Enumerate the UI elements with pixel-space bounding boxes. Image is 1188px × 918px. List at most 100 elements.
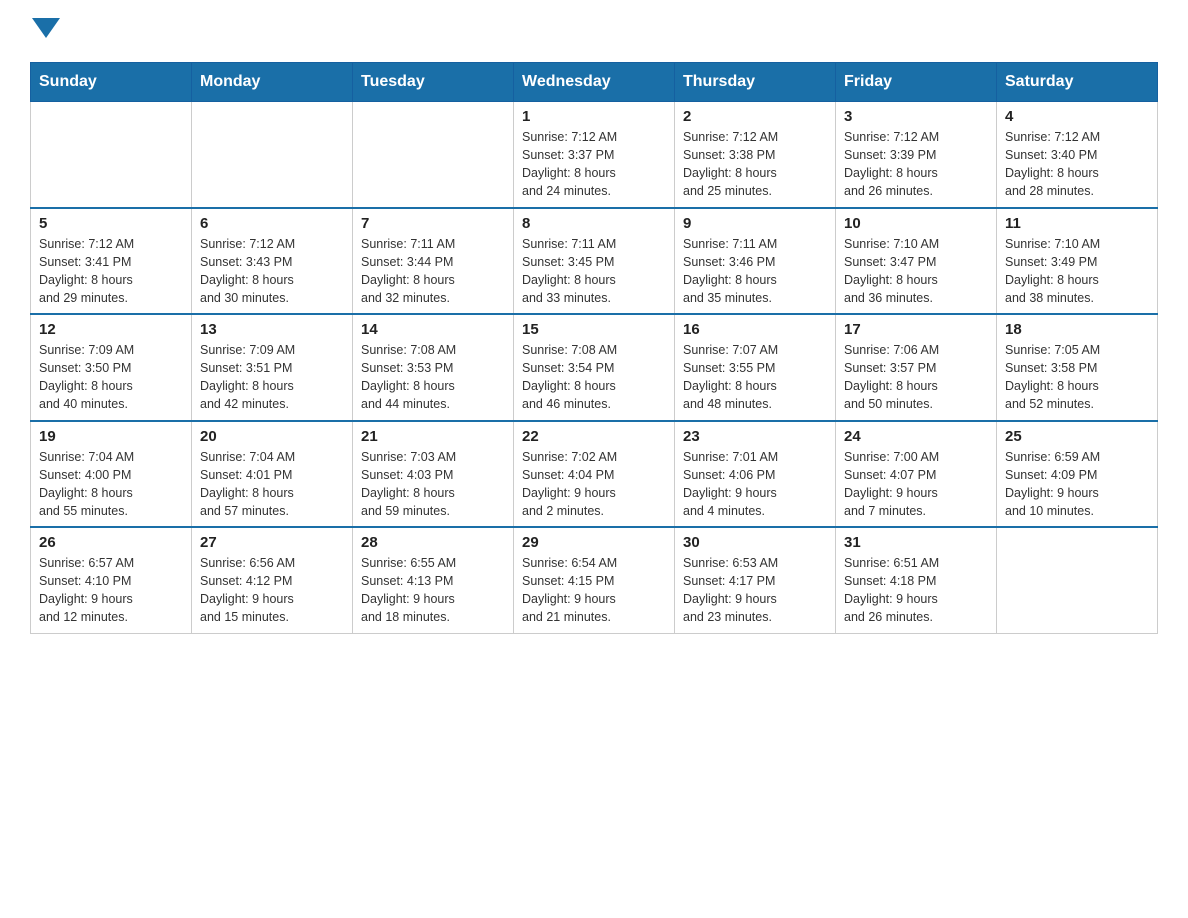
day-number: 8	[522, 215, 666, 232]
day-info: Sunrise: 7:08 AMSunset: 3:53 PMDaylight:…	[361, 341, 505, 414]
day-number: 30	[683, 534, 827, 551]
calendar-week-row: 5 Sunrise: 7:12 AMSunset: 3:41 PMDaylight…	[31, 208, 1158, 315]
logo-icon	[32, 18, 60, 46]
day-number: 27	[200, 534, 344, 551]
weekday-header-wednesday: Wednesday	[514, 63, 675, 102]
calendar-cell	[353, 102, 514, 208]
day-number: 5	[39, 215, 183, 232]
day-info: Sunrise: 6:57 AMSunset: 4:10 PMDaylight:…	[39, 554, 183, 627]
calendar-cell: 4 Sunrise: 7:12 AMSunset: 3:40 PMDaylight…	[997, 102, 1158, 208]
day-info: Sunrise: 7:11 AMSunset: 3:46 PMDaylight:…	[683, 235, 827, 308]
calendar-cell: 3 Sunrise: 7:12 AMSunset: 3:39 PMDaylight…	[836, 102, 997, 208]
day-info: Sunrise: 6:59 AMSunset: 4:09 PMDaylight:…	[1005, 448, 1149, 521]
day-number: 9	[683, 215, 827, 232]
day-number: 3	[844, 108, 988, 125]
day-info: Sunrise: 7:12 AMSunset: 3:41 PMDaylight:…	[39, 235, 183, 308]
calendar-cell: 12 Sunrise: 7:09 AMSunset: 3:50 PMDayligh…	[31, 314, 192, 421]
calendar-table: SundayMondayTuesdayWednesdayThursdayFrid…	[30, 62, 1158, 634]
calendar-cell: 20 Sunrise: 7:04 AMSunset: 4:01 PMDayligh…	[192, 421, 353, 528]
day-info: Sunrise: 7:04 AMSunset: 4:01 PMDaylight:…	[200, 448, 344, 521]
calendar-cell: 15 Sunrise: 7:08 AMSunset: 3:54 PMDayligh…	[514, 314, 675, 421]
calendar-cell: 2 Sunrise: 7:12 AMSunset: 3:38 PMDaylight…	[675, 102, 836, 208]
day-info: Sunrise: 7:09 AMSunset: 3:50 PMDaylight:…	[39, 341, 183, 414]
day-info: Sunrise: 7:10 AMSunset: 3:47 PMDaylight:…	[844, 235, 988, 308]
day-info: Sunrise: 7:04 AMSunset: 4:00 PMDaylight:…	[39, 448, 183, 521]
day-number: 1	[522, 108, 666, 125]
calendar-cell	[192, 102, 353, 208]
calendar-cell: 21 Sunrise: 7:03 AMSunset: 4:03 PMDayligh…	[353, 421, 514, 528]
day-number: 6	[200, 215, 344, 232]
day-info: Sunrise: 7:12 AMSunset: 3:38 PMDaylight:…	[683, 128, 827, 201]
day-info: Sunrise: 7:00 AMSunset: 4:07 PMDaylight:…	[844, 448, 988, 521]
calendar-cell: 23 Sunrise: 7:01 AMSunset: 4:06 PMDayligh…	[675, 421, 836, 528]
day-number: 24	[844, 428, 988, 445]
weekday-header-saturday: Saturday	[997, 63, 1158, 102]
calendar-cell: 30 Sunrise: 6:53 AMSunset: 4:17 PMDayligh…	[675, 527, 836, 633]
day-number: 7	[361, 215, 505, 232]
day-number: 31	[844, 534, 988, 551]
day-number: 14	[361, 321, 505, 338]
calendar-cell: 25 Sunrise: 6:59 AMSunset: 4:09 PMDayligh…	[997, 421, 1158, 528]
day-info: Sunrise: 7:02 AMSunset: 4:04 PMDaylight:…	[522, 448, 666, 521]
calendar-week-row: 12 Sunrise: 7:09 AMSunset: 3:50 PMDayligh…	[31, 314, 1158, 421]
day-info: Sunrise: 7:05 AMSunset: 3:58 PMDaylight:…	[1005, 341, 1149, 414]
calendar-header-row: SundayMondayTuesdayWednesdayThursdayFrid…	[31, 63, 1158, 102]
day-number: 2	[683, 108, 827, 125]
weekday-header-sunday: Sunday	[31, 63, 192, 102]
calendar-cell: 28Sunrise: 6:55 AMSunset: 4:13 PMDayligh…	[353, 527, 514, 633]
day-number: 17	[844, 321, 988, 338]
day-number: 19	[39, 428, 183, 445]
day-info: Sunrise: 7:09 AMSunset: 3:51 PMDaylight:…	[200, 341, 344, 414]
calendar-week-row: 1 Sunrise: 7:12 AMSunset: 3:37 PMDaylight…	[31, 102, 1158, 208]
calendar-cell: 26 Sunrise: 6:57 AMSunset: 4:10 PMDayligh…	[31, 527, 192, 633]
calendar-cell: 1 Sunrise: 7:12 AMSunset: 3:37 PMDaylight…	[514, 102, 675, 208]
day-number: 29	[522, 534, 666, 551]
page-header	[30, 20, 1158, 42]
calendar-cell: 24 Sunrise: 7:00 AMSunset: 4:07 PMDayligh…	[836, 421, 997, 528]
day-number: 15	[522, 321, 666, 338]
day-info: Sunrise: 6:53 AMSunset: 4:17 PMDaylight:…	[683, 554, 827, 627]
day-info: Sunrise: 7:10 AMSunset: 3:49 PMDaylight:…	[1005, 235, 1149, 308]
day-info: Sunrise: 6:51 AMSunset: 4:18 PMDaylight:…	[844, 554, 988, 627]
day-number: 25	[1005, 428, 1149, 445]
day-info: Sunrise: 7:11 AMSunset: 3:45 PMDaylight:…	[522, 235, 666, 308]
day-info: Sunrise: 7:12 AMSunset: 3:37 PMDaylight:…	[522, 128, 666, 201]
calendar-cell: 27 Sunrise: 6:56 AMSunset: 4:12 PMDayligh…	[192, 527, 353, 633]
calendar-cell: 22 Sunrise: 7:02 AMSunset: 4:04 PMDayligh…	[514, 421, 675, 528]
day-info: Sunrise: 7:06 AMSunset: 3:57 PMDaylight:…	[844, 341, 988, 414]
day-info: Sunrise: 7:12 AMSunset: 3:39 PMDaylight:…	[844, 128, 988, 201]
day-info: Sunrise: 6:55 AMSunset: 4:13 PMDaylight:…	[361, 554, 505, 627]
day-number: 4	[1005, 108, 1149, 125]
day-number: 20	[200, 428, 344, 445]
calendar-cell: 17 Sunrise: 7:06 AMSunset: 3:57 PMDayligh…	[836, 314, 997, 421]
calendar-cell: 7Sunrise: 7:11 AMSunset: 3:44 PMDaylight…	[353, 208, 514, 315]
day-info: Sunrise: 7:08 AMSunset: 3:54 PMDaylight:…	[522, 341, 666, 414]
day-info: Sunrise: 7:07 AMSunset: 3:55 PMDaylight:…	[683, 341, 827, 414]
day-number: 21	[361, 428, 505, 445]
weekday-header-thursday: Thursday	[675, 63, 836, 102]
day-number: 12	[39, 321, 183, 338]
weekday-header-monday: Monday	[192, 63, 353, 102]
calendar-cell	[31, 102, 192, 208]
day-number: 11	[1005, 215, 1149, 232]
day-info: Sunrise: 7:12 AMSunset: 3:40 PMDaylight:…	[1005, 128, 1149, 201]
day-info: Sunrise: 7:01 AMSunset: 4:06 PMDaylight:…	[683, 448, 827, 521]
calendar-cell: 18 Sunrise: 7:05 AMSunset: 3:58 PMDayligh…	[997, 314, 1158, 421]
calendar-cell: 9 Sunrise: 7:11 AMSunset: 3:46 PMDaylight…	[675, 208, 836, 315]
day-info: Sunrise: 7:03 AMSunset: 4:03 PMDaylight:…	[361, 448, 505, 521]
day-info: Sunrise: 6:56 AMSunset: 4:12 PMDaylight:…	[200, 554, 344, 627]
weekday-header-friday: Friday	[836, 63, 997, 102]
calendar-cell	[997, 527, 1158, 633]
calendar-cell: 11 Sunrise: 7:10 AMSunset: 3:49 PMDayligh…	[997, 208, 1158, 315]
day-number: 22	[522, 428, 666, 445]
calendar-cell: 16Sunrise: 7:07 AMSunset: 3:55 PMDayligh…	[675, 314, 836, 421]
logo	[30, 20, 60, 42]
calendar-cell: 29Sunrise: 6:54 AMSunset: 4:15 PMDayligh…	[514, 527, 675, 633]
day-number: 18	[1005, 321, 1149, 338]
day-number: 10	[844, 215, 988, 232]
day-number: 23	[683, 428, 827, 445]
calendar-cell: 19 Sunrise: 7:04 AMSunset: 4:00 PMDayligh…	[31, 421, 192, 528]
day-number: 26	[39, 534, 183, 551]
calendar-cell: 6Sunrise: 7:12 AMSunset: 3:43 PMDaylight…	[192, 208, 353, 315]
calendar-cell: 31 Sunrise: 6:51 AMSunset: 4:18 PMDayligh…	[836, 527, 997, 633]
